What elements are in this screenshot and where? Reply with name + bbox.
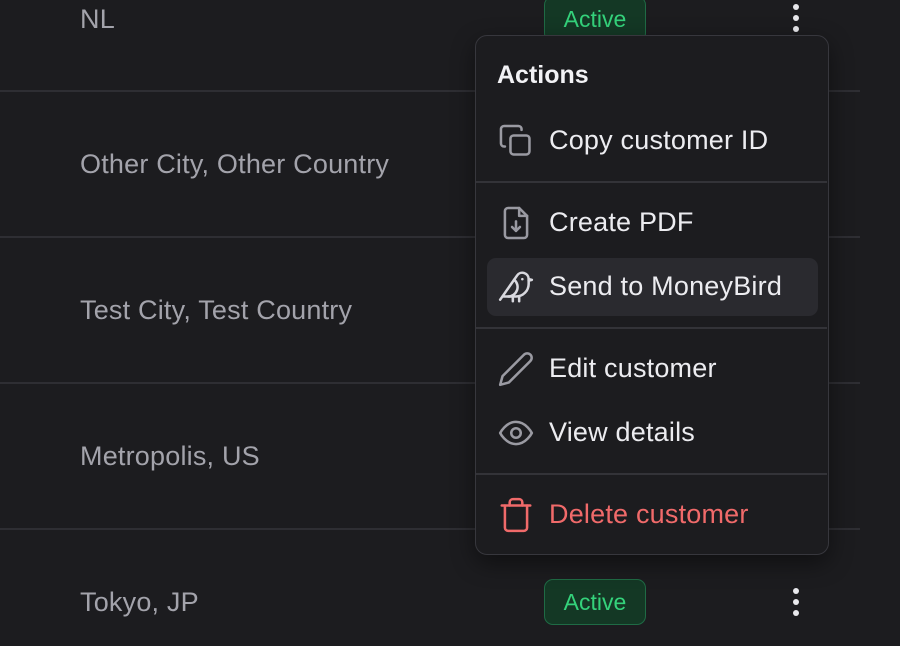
row-actions-kebab-button[interactable] xyxy=(780,0,812,38)
menu-separator xyxy=(476,181,827,183)
menu-item-label: Copy customer ID xyxy=(549,125,769,155)
row-location: Other City, Other Country xyxy=(80,149,390,179)
menu-item-label: Send to MoneyBird xyxy=(549,271,783,301)
menu-separator xyxy=(476,327,827,329)
row-location: Tokyo, JP xyxy=(80,587,199,617)
kebab-dot-icon xyxy=(793,26,799,32)
kebab-dot-icon xyxy=(793,610,799,616)
row-location: NL xyxy=(80,4,115,34)
row-location: Metropolis, US xyxy=(80,441,260,471)
menu-item-view-details[interactable]: View details xyxy=(487,404,818,462)
menu-item-edit-customer[interactable]: Edit customer xyxy=(487,340,818,398)
status-badge: Active xyxy=(544,579,646,625)
pencil-icon xyxy=(497,350,535,388)
actions-dropdown-menu: Actions Copy customer ID Create PDF Send… xyxy=(475,35,829,555)
trash-icon xyxy=(497,496,535,534)
file-download-icon xyxy=(497,204,535,242)
menu-item-label: View details xyxy=(549,417,695,447)
row-actions-kebab-button[interactable] xyxy=(780,582,812,622)
menu-item-label: Create PDF xyxy=(549,207,694,237)
customers-page: NL Active Other City, Other Country Test… xyxy=(0,0,900,646)
kebab-dot-icon xyxy=(793,599,799,605)
menu-item-send-to-moneybird[interactable]: Send to MoneyBird xyxy=(487,258,818,316)
menu-item-copy-customer-id[interactable]: Copy customer ID xyxy=(487,112,818,170)
menu-item-delete-customer[interactable]: Delete customer xyxy=(487,486,818,544)
kebab-dot-icon xyxy=(793,4,799,10)
eye-icon xyxy=(497,414,535,452)
menu-item-label: Edit customer xyxy=(549,353,717,383)
bird-icon xyxy=(497,268,535,306)
row-location: Test City, Test Country xyxy=(80,295,353,325)
menu-separator xyxy=(476,473,827,475)
menu-title: Actions xyxy=(497,61,589,89)
kebab-dot-icon xyxy=(793,588,799,594)
copy-icon xyxy=(497,122,535,160)
kebab-dot-icon xyxy=(793,15,799,21)
menu-item-create-pdf[interactable]: Create PDF xyxy=(487,194,818,252)
menu-item-label: Delete customer xyxy=(549,499,749,529)
